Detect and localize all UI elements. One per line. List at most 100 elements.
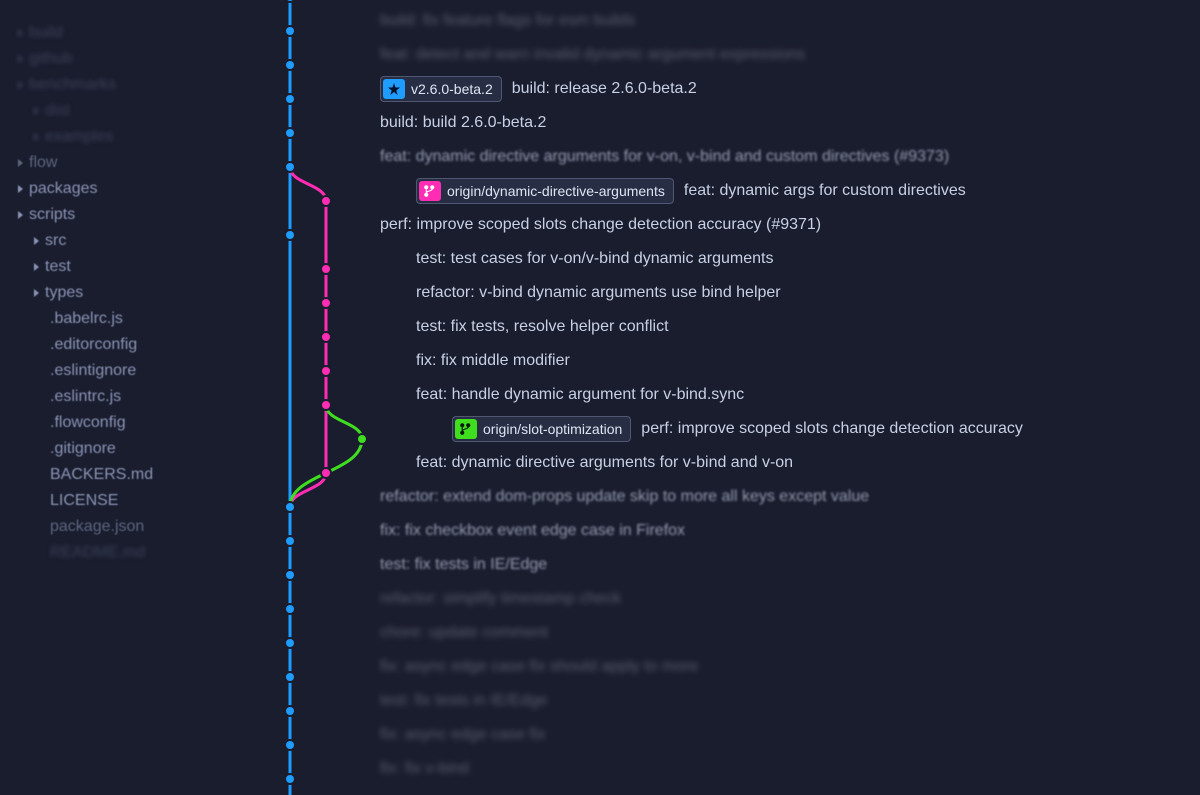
chevron-right-icon bbox=[34, 133, 39, 141]
folder-item[interactable]: build bbox=[10, 20, 220, 46]
file-tree-sidebar: build github benchmarks dist examples flow pac… bbox=[0, 0, 230, 795]
commit-row[interactable]: refactor: v-bind dynamic arguments use b… bbox=[370, 276, 1200, 310]
file-item[interactable]: package.json bbox=[10, 514, 220, 540]
commit-message: refactor: extend dom-props update skip t… bbox=[380, 488, 869, 506]
commit-message: feat: dynamic args for custom directives bbox=[684, 182, 966, 200]
commit-row[interactable]: origin/slot-optimization perf: improve sc… bbox=[370, 412, 1200, 446]
commit-row[interactable]: build: fix feature flags for esm builds bbox=[370, 4, 1200, 38]
commit-message: fix: fix middle modifier bbox=[416, 352, 570, 370]
commit-row[interactable]: test: test cases for v-on/v-bind dynamic… bbox=[370, 242, 1200, 276]
commit-row[interactable]: fix: async edge case fix bbox=[370, 718, 1200, 752]
folder-item[interactable]: src bbox=[10, 228, 220, 254]
chevron-right-icon bbox=[34, 263, 39, 271]
file-item[interactable]: .flowconfig bbox=[10, 410, 220, 436]
tree-item-label: flow bbox=[29, 154, 57, 172]
commit-row[interactable]: perf: improve scoped slots change detect… bbox=[370, 208, 1200, 242]
tree-item-label: test bbox=[45, 258, 71, 276]
chevron-right-icon bbox=[18, 81, 23, 89]
tree-item-label: BACKERS.md bbox=[50, 466, 153, 484]
file-item[interactable]: .gitignore bbox=[10, 436, 220, 462]
chevron-right-icon bbox=[18, 185, 23, 193]
tree-item-label: README.md bbox=[50, 544, 145, 562]
commit-row[interactable]: fix: fix checkbox event edge case in Fir… bbox=[370, 514, 1200, 548]
commit-row[interactable]: test: fix tests in IE/Edge bbox=[370, 684, 1200, 718]
chevron-right-icon bbox=[18, 159, 23, 167]
tree-item-label: packages bbox=[29, 180, 98, 198]
folder-item[interactable]: github bbox=[10, 46, 220, 72]
folder-item[interactable]: examples bbox=[10, 124, 220, 150]
commit-row[interactable]: test: fix tests, resolve helper conflict bbox=[370, 310, 1200, 344]
tree-item-label: .babelrc.js bbox=[50, 310, 123, 328]
branch-icon bbox=[419, 181, 441, 201]
tree-item-label: benchmarks bbox=[29, 76, 116, 94]
file-item[interactable]: .editorconfig bbox=[10, 332, 220, 358]
folder-item[interactable]: benchmarks bbox=[10, 72, 220, 98]
file-item[interactable]: LICENSE bbox=[10, 488, 220, 514]
commit-message: chore: update comment bbox=[380, 624, 548, 642]
tag-label: v2.6.0-beta.2 bbox=[411, 81, 493, 97]
chevron-right-icon bbox=[18, 211, 23, 219]
commit-message: fix: fix checkbox event edge case in Fir… bbox=[380, 522, 685, 540]
file-item[interactable]: .eslintrc.js bbox=[10, 384, 220, 410]
tree-item-label: dist bbox=[45, 102, 70, 120]
tree-item-label: examples bbox=[45, 128, 113, 146]
commit-row[interactable]: fix: fix middle modifier bbox=[370, 344, 1200, 378]
commit-message: build: fix feature flags for esm builds bbox=[380, 12, 635, 30]
tree-item-label: .gitignore bbox=[50, 440, 116, 458]
commit-message: feat: handle dynamic argument for v-bind… bbox=[416, 386, 744, 404]
folder-item[interactable]: test bbox=[10, 254, 220, 280]
commit-row[interactable]: feat: dynamic directive arguments for v-… bbox=[370, 446, 1200, 480]
commit-message: perf: improve scoped slots change detect… bbox=[380, 216, 821, 234]
branch-tag[interactable]: origin/slot-optimization bbox=[452, 416, 631, 442]
file-item[interactable]: README.md bbox=[10, 540, 220, 566]
commit-row[interactable]: feat: detect and warn invalid dynamic ar… bbox=[370, 38, 1200, 72]
tree-item-label: src bbox=[45, 232, 66, 250]
tag-label: origin/slot-optimization bbox=[483, 421, 622, 437]
commit-message: test: fix tests in IE/Edge bbox=[380, 692, 547, 710]
commit-row[interactable]: build: build 2.6.0-beta.2 bbox=[370, 106, 1200, 140]
commit-row[interactable]: feat: handle dynamic argument for v-bind… bbox=[370, 378, 1200, 412]
commit-message: build: build 2.6.0-beta.2 bbox=[380, 114, 546, 132]
commit-history-panel: build: build 2.6.0-beta.2 build: fix feat… bbox=[230, 0, 1200, 795]
folder-item[interactable]: packages bbox=[10, 176, 220, 202]
tree-item-label: scripts bbox=[29, 206, 75, 224]
commit-row[interactable]: test: fix tests in IE/Edge bbox=[370, 548, 1200, 582]
file-item[interactable]: .eslintignore bbox=[10, 358, 220, 384]
tree-item-label: .flowconfig bbox=[50, 414, 126, 432]
tree-item-label: LICENSE bbox=[50, 492, 118, 510]
folder-item[interactable]: dist bbox=[10, 98, 220, 124]
tree-item-label: github bbox=[29, 50, 73, 68]
folder-item[interactable]: flow bbox=[10, 150, 220, 176]
commit-row[interactable]: fix: fix v-bind bbox=[370, 752, 1200, 786]
commit-row[interactable]: refactor: simplify timestamp check bbox=[370, 582, 1200, 616]
commit-row[interactable]: origin/dynamic-directive-arguments feat: … bbox=[370, 174, 1200, 208]
commit-row[interactable]: feat: dynamic directive arguments for v-… bbox=[370, 140, 1200, 174]
commit-row[interactable]: refactor: extend dom-props update skip t… bbox=[370, 480, 1200, 514]
chevron-right-icon bbox=[34, 237, 39, 245]
commit-message: test: fix tests in IE/Edge bbox=[380, 556, 547, 574]
commit-message: feat: dynamic directive arguments for v-… bbox=[416, 454, 793, 472]
chevron-right-icon bbox=[18, 29, 23, 37]
tree-item-label: types bbox=[45, 284, 83, 302]
commit-message: test: test cases for v-on/v-bind dynamic… bbox=[416, 250, 773, 268]
commit-row[interactable]: chore: update comment bbox=[370, 616, 1200, 650]
release-tag[interactable]: v2.6.0-beta.2 bbox=[380, 76, 502, 102]
folder-item[interactable]: types bbox=[10, 280, 220, 306]
commit-message: feat: dynamic directive arguments for v-… bbox=[380, 148, 949, 166]
tree-item-label: .eslintignore bbox=[50, 362, 136, 380]
file-item[interactable]: .babelrc.js bbox=[10, 306, 220, 332]
branch-icon bbox=[455, 419, 477, 439]
tree-item-label: .editorconfig bbox=[50, 336, 137, 354]
commit-message: build: release 2.6.0-beta.2 bbox=[512, 80, 697, 98]
file-item[interactable]: BACKERS.md bbox=[10, 462, 220, 488]
commit-row[interactable]: fix: async edge case fix should apply to… bbox=[370, 650, 1200, 684]
tree-item-label: package.json bbox=[50, 518, 144, 536]
branch-tag[interactable]: origin/dynamic-directive-arguments bbox=[416, 178, 674, 204]
tree-item-label: .eslintrc.js bbox=[50, 388, 121, 406]
commit-message: refactor: v-bind dynamic arguments use b… bbox=[416, 284, 781, 302]
commit-message: fix: async edge case fix should apply to… bbox=[380, 658, 698, 676]
chevron-right-icon bbox=[18, 55, 23, 63]
commit-row[interactable]: v2.6.0-beta.2 build: release 2.6.0-beta.2 bbox=[370, 72, 1200, 106]
folder-item[interactable]: scripts bbox=[10, 202, 220, 228]
commit-message: perf: improve scoped slots change detect… bbox=[641, 420, 1023, 438]
